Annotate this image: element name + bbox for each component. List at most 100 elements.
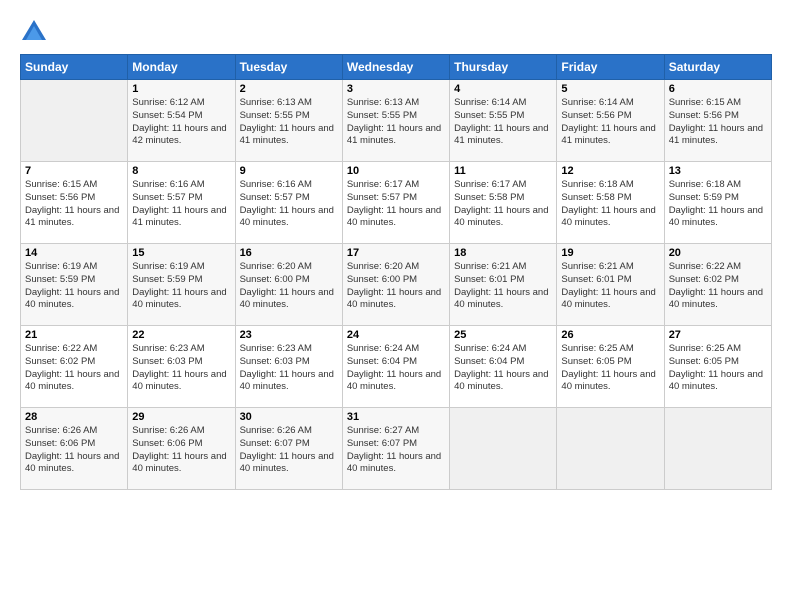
day-number: 22 [132, 329, 230, 341]
week-row-4: 21 Sunrise: 6:22 AMSunset: 6:02 PMDaylig… [21, 326, 772, 408]
day-number: 21 [25, 329, 123, 341]
day-detail: Sunrise: 6:13 AMSunset: 5:55 PMDaylight:… [347, 97, 441, 146]
day-number: 7 [25, 165, 123, 177]
calendar-cell: 19 Sunrise: 6:21 AMSunset: 6:01 PMDaylig… [557, 244, 664, 326]
day-detail: Sunrise: 6:27 AMSunset: 6:07 PMDaylight:… [347, 425, 441, 474]
calendar-body: 1 Sunrise: 6:12 AMSunset: 5:54 PMDayligh… [21, 80, 772, 490]
calendar-cell: 17 Sunrise: 6:20 AMSunset: 6:00 PMDaylig… [342, 244, 449, 326]
day-number: 19 [561, 247, 659, 259]
calendar-cell: 8 Sunrise: 6:16 AMSunset: 5:57 PMDayligh… [128, 162, 235, 244]
day-detail: Sunrise: 6:22 AMSunset: 6:02 PMDaylight:… [669, 261, 763, 310]
calendar-cell: 29 Sunrise: 6:26 AMSunset: 6:06 PMDaylig… [128, 408, 235, 490]
day-detail: Sunrise: 6:16 AMSunset: 5:57 PMDaylight:… [240, 179, 334, 228]
calendar-cell: 7 Sunrise: 6:15 AMSunset: 5:56 PMDayligh… [21, 162, 128, 244]
calendar-cell: 14 Sunrise: 6:19 AMSunset: 5:59 PMDaylig… [21, 244, 128, 326]
calendar-cell: 26 Sunrise: 6:25 AMSunset: 6:05 PMDaylig… [557, 326, 664, 408]
calendar-cell: 25 Sunrise: 6:24 AMSunset: 6:04 PMDaylig… [450, 326, 557, 408]
calendar-cell: 30 Sunrise: 6:26 AMSunset: 6:07 PMDaylig… [235, 408, 342, 490]
calendar-cell: 20 Sunrise: 6:22 AMSunset: 6:02 PMDaylig… [664, 244, 771, 326]
day-number: 3 [347, 83, 445, 95]
day-number: 15 [132, 247, 230, 259]
week-row-2: 7 Sunrise: 6:15 AMSunset: 5:56 PMDayligh… [21, 162, 772, 244]
day-detail: Sunrise: 6:14 AMSunset: 5:56 PMDaylight:… [561, 97, 655, 146]
calendar-cell: 27 Sunrise: 6:25 AMSunset: 6:05 PMDaylig… [664, 326, 771, 408]
calendar-cell: 21 Sunrise: 6:22 AMSunset: 6:02 PMDaylig… [21, 326, 128, 408]
day-detail: Sunrise: 6:25 AMSunset: 6:05 PMDaylight:… [669, 343, 763, 392]
day-number: 27 [669, 329, 767, 341]
day-detail: Sunrise: 6:19 AMSunset: 5:59 PMDaylight:… [132, 261, 226, 310]
header [20, 18, 772, 46]
week-row-1: 1 Sunrise: 6:12 AMSunset: 5:54 PMDayligh… [21, 80, 772, 162]
calendar-cell: 15 Sunrise: 6:19 AMSunset: 5:59 PMDaylig… [128, 244, 235, 326]
calendar-cell: 4 Sunrise: 6:14 AMSunset: 5:55 PMDayligh… [450, 80, 557, 162]
day-number: 20 [669, 247, 767, 259]
weekday-row: SundayMondayTuesdayWednesdayThursdayFrid… [21, 55, 772, 80]
calendar-cell: 31 Sunrise: 6:27 AMSunset: 6:07 PMDaylig… [342, 408, 449, 490]
day-number: 13 [669, 165, 767, 177]
calendar-cell: 18 Sunrise: 6:21 AMSunset: 6:01 PMDaylig… [450, 244, 557, 326]
day-number: 6 [669, 83, 767, 95]
day-detail: Sunrise: 6:23 AMSunset: 6:03 PMDaylight:… [240, 343, 334, 392]
calendar-cell: 10 Sunrise: 6:17 AMSunset: 5:57 PMDaylig… [342, 162, 449, 244]
weekday-thursday: Thursday [450, 55, 557, 80]
day-number: 23 [240, 329, 338, 341]
day-detail: Sunrise: 6:15 AMSunset: 5:56 PMDaylight:… [25, 179, 119, 228]
day-detail: Sunrise: 6:20 AMSunset: 6:00 PMDaylight:… [240, 261, 334, 310]
day-number: 9 [240, 165, 338, 177]
day-detail: Sunrise: 6:24 AMSunset: 6:04 PMDaylight:… [347, 343, 441, 392]
weekday-sunday: Sunday [21, 55, 128, 80]
day-detail: Sunrise: 6:21 AMSunset: 6:01 PMDaylight:… [454, 261, 548, 310]
day-number: 11 [454, 165, 552, 177]
day-number: 17 [347, 247, 445, 259]
day-number: 16 [240, 247, 338, 259]
day-number: 31 [347, 411, 445, 423]
calendar-cell: 24 Sunrise: 6:24 AMSunset: 6:04 PMDaylig… [342, 326, 449, 408]
page: SundayMondayTuesdayWednesdayThursdayFrid… [0, 0, 792, 612]
calendar-cell: 23 Sunrise: 6:23 AMSunset: 6:03 PMDaylig… [235, 326, 342, 408]
day-detail: Sunrise: 6:26 AMSunset: 6:07 PMDaylight:… [240, 425, 334, 474]
calendar-cell: 5 Sunrise: 6:14 AMSunset: 5:56 PMDayligh… [557, 80, 664, 162]
day-number: 26 [561, 329, 659, 341]
calendar-cell: 1 Sunrise: 6:12 AMSunset: 5:54 PMDayligh… [128, 80, 235, 162]
day-number: 2 [240, 83, 338, 95]
day-number: 4 [454, 83, 552, 95]
day-number: 1 [132, 83, 230, 95]
calendar-cell [450, 408, 557, 490]
calendar-cell: 3 Sunrise: 6:13 AMSunset: 5:55 PMDayligh… [342, 80, 449, 162]
calendar-cell [557, 408, 664, 490]
calendar-cell: 22 Sunrise: 6:23 AMSunset: 6:03 PMDaylig… [128, 326, 235, 408]
day-detail: Sunrise: 6:23 AMSunset: 6:03 PMDaylight:… [132, 343, 226, 392]
day-number: 25 [454, 329, 552, 341]
day-detail: Sunrise: 6:16 AMSunset: 5:57 PMDaylight:… [132, 179, 226, 228]
calendar-cell [21, 80, 128, 162]
day-detail: Sunrise: 6:14 AMSunset: 5:55 PMDaylight:… [454, 97, 548, 146]
calendar-cell: 6 Sunrise: 6:15 AMSunset: 5:56 PMDayligh… [664, 80, 771, 162]
week-row-3: 14 Sunrise: 6:19 AMSunset: 5:59 PMDaylig… [21, 244, 772, 326]
day-detail: Sunrise: 6:18 AMSunset: 5:59 PMDaylight:… [669, 179, 763, 228]
calendar-cell: 16 Sunrise: 6:20 AMSunset: 6:00 PMDaylig… [235, 244, 342, 326]
day-detail: Sunrise: 6:24 AMSunset: 6:04 PMDaylight:… [454, 343, 548, 392]
weekday-friday: Friday [557, 55, 664, 80]
calendar-cell: 11 Sunrise: 6:17 AMSunset: 5:58 PMDaylig… [450, 162, 557, 244]
day-detail: Sunrise: 6:19 AMSunset: 5:59 PMDaylight:… [25, 261, 119, 310]
day-detail: Sunrise: 6:26 AMSunset: 6:06 PMDaylight:… [25, 425, 119, 474]
day-detail: Sunrise: 6:22 AMSunset: 6:02 PMDaylight:… [25, 343, 119, 392]
day-number: 12 [561, 165, 659, 177]
calendar-cell: 12 Sunrise: 6:18 AMSunset: 5:58 PMDaylig… [557, 162, 664, 244]
day-detail: Sunrise: 6:26 AMSunset: 6:06 PMDaylight:… [132, 425, 226, 474]
day-number: 24 [347, 329, 445, 341]
day-detail: Sunrise: 6:12 AMSunset: 5:54 PMDaylight:… [132, 97, 226, 146]
day-number: 29 [132, 411, 230, 423]
calendar-header: SundayMondayTuesdayWednesdayThursdayFrid… [21, 55, 772, 80]
day-detail: Sunrise: 6:25 AMSunset: 6:05 PMDaylight:… [561, 343, 655, 392]
weekday-saturday: Saturday [664, 55, 771, 80]
day-detail: Sunrise: 6:17 AMSunset: 5:58 PMDaylight:… [454, 179, 548, 228]
calendar-cell: 28 Sunrise: 6:26 AMSunset: 6:06 PMDaylig… [21, 408, 128, 490]
day-number: 30 [240, 411, 338, 423]
calendar: SundayMondayTuesdayWednesdayThursdayFrid… [20, 54, 772, 490]
weekday-tuesday: Tuesday [235, 55, 342, 80]
weekday-monday: Monday [128, 55, 235, 80]
calendar-cell [664, 408, 771, 490]
day-number: 18 [454, 247, 552, 259]
day-number: 10 [347, 165, 445, 177]
